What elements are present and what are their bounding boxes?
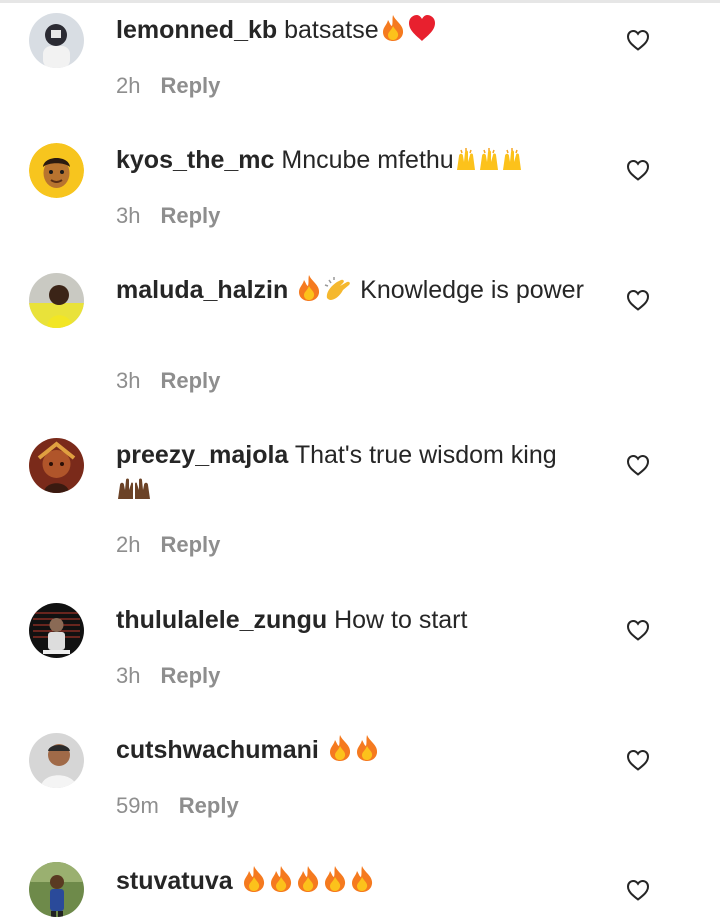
comment-meta: 3h Reply (116, 663, 220, 689)
comment-text: lemonned_kb batsatse (116, 13, 596, 47)
comment-username[interactable]: cutshwachumani (116, 736, 319, 764)
comment-meta: 2h Reply (116, 532, 220, 558)
reply-button[interactable]: Reply (179, 793, 239, 818)
comment-meta: 59m Reply (116, 793, 239, 819)
clapping-hands-emoji (323, 276, 353, 302)
heart-outline-icon[interactable] (626, 749, 650, 771)
avatar[interactable] (29, 143, 84, 198)
comment-username[interactable]: kyos_the_mc (116, 146, 274, 174)
avatar[interactable] (29, 603, 84, 658)
reply-button[interactable]: Reply (160, 663, 220, 688)
heart-outline-icon[interactable] (626, 879, 650, 901)
comment-text: cutshwachumani (116, 733, 596, 767)
avatar[interactable] (29, 733, 84, 788)
heart-outline-icon[interactable] (626, 159, 650, 181)
comment-username[interactable]: stuvatuva (116, 867, 233, 895)
fire-emoji (322, 865, 348, 893)
comment-text: maluda_halzin Knowledge is power (116, 273, 596, 307)
heart-outline-icon[interactable] (626, 619, 650, 641)
comment-username[interactable]: preezy_majola (116, 441, 288, 469)
heart-outline-icon[interactable] (626, 29, 650, 51)
red-heart-emoji (407, 14, 437, 42)
comment-timestamp: 3h (116, 203, 141, 228)
comment-username[interactable]: lemonned_kb (116, 16, 277, 44)
raising-hands-emoji (117, 475, 151, 501)
comment-timestamp: 2h (116, 532, 141, 557)
reply-button[interactable]: Reply (160, 368, 220, 393)
comment-message: batsatse (284, 16, 379, 44)
comment-text: kyos_the_mc Mncube mfethu (116, 143, 596, 177)
fire-emoji (354, 734, 380, 762)
comment-meta: 2h Reply (116, 73, 220, 99)
comment-timestamp: 2h (116, 73, 141, 98)
reply-button[interactable]: Reply (160, 203, 220, 228)
fire-emoji (295, 865, 321, 893)
reply-button[interactable]: Reply (160, 532, 220, 557)
raising-hands-emoji (501, 148, 523, 172)
avatar[interactable] (29, 862, 84, 917)
comment-text: stuvatuva (116, 864, 596, 898)
avatar[interactable] (29, 13, 84, 68)
avatar[interactable] (29, 438, 84, 493)
reply-button[interactable]: Reply (160, 73, 220, 98)
heart-outline-icon[interactable] (626, 454, 650, 476)
comment-meta: 3h Reply (116, 203, 220, 229)
comment-timestamp: 3h (116, 663, 141, 688)
fire-emoji (241, 865, 267, 893)
fire-emoji (349, 865, 375, 893)
comment-text: thululalele_zungu How to start (116, 603, 596, 637)
comment-message: That's true wisdom king (294, 441, 557, 469)
comment-timestamp: 3h (116, 368, 141, 393)
top-divider (0, 0, 720, 3)
fire-emoji (296, 274, 322, 302)
comment-username[interactable]: maluda_halzin (116, 276, 288, 304)
comment-timestamp: 59m (116, 793, 159, 818)
comment-message: How to start (334, 606, 468, 634)
raising-hands-emoji (455, 148, 477, 172)
comment-username[interactable]: thululalele_zungu (116, 606, 327, 634)
comment-meta: 3h Reply (116, 368, 220, 394)
avatar[interactable] (29, 273, 84, 328)
fire-emoji (380, 14, 406, 42)
fire-emoji (327, 734, 353, 762)
raising-hands-emoji (478, 148, 500, 172)
fire-emoji (268, 865, 294, 893)
comment-message: Knowledge is power (360, 276, 584, 304)
heart-outline-icon[interactable] (626, 289, 650, 311)
comment-message: Mncube mfethu (281, 146, 454, 174)
comment-text: preezy_majola That's true wisdom king (116, 438, 596, 506)
